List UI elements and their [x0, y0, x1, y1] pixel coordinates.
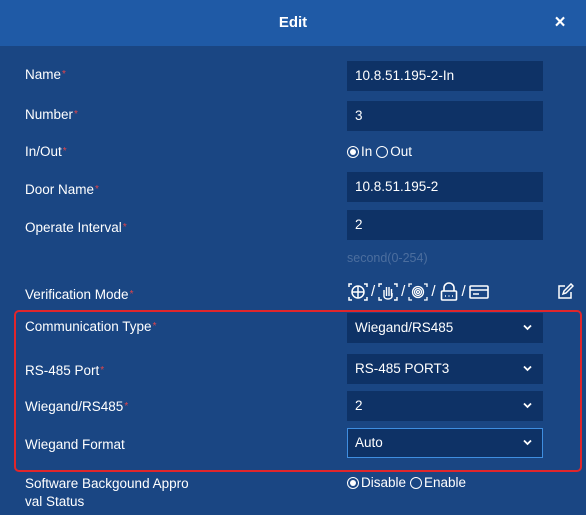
chevron-down-icon [523, 402, 532, 409]
operate-interval-hint: second(0-254) [347, 251, 428, 265]
in-out-label: In/Out* [25, 144, 67, 159]
out-radio[interactable] [376, 146, 389, 158]
face-icon [348, 283, 368, 301]
verification-separator: / [401, 283, 406, 300]
required-mark: * [124, 401, 129, 412]
chevron-down-icon [523, 439, 532, 446]
required-mark: * [62, 146, 67, 157]
required-mark: * [100, 365, 105, 376]
operate-interval-input[interactable]: 2 [347, 210, 543, 240]
rs485-port-value: RS-485 PORT3 [355, 361, 450, 376]
in-out-radio-group: In Out [347, 143, 416, 161]
operate-interval-label: Operate Interval* [25, 220, 127, 235]
wiegand-rs485-value: 2 [355, 398, 363, 413]
required-mark: * [62, 69, 66, 80]
name-label: Name* [25, 67, 66, 82]
required-mark: * [152, 321, 157, 332]
software-approval-label: Software Backgound Appro val Status [25, 476, 189, 509]
disable-radio-label: Disable [361, 475, 407, 490]
verification-separator: / [431, 283, 436, 300]
out-radio-label: Out [390, 144, 413, 159]
required-mark: * [129, 289, 134, 300]
number-label: Number* [25, 107, 78, 122]
communication-type-value: Wiegand/RS485 [355, 320, 454, 335]
wiegand-rs485-label: Wiegand/RS485* [25, 399, 129, 414]
fingerprint-icon [408, 283, 428, 301]
edit-icon[interactable] [556, 283, 574, 301]
rs485-port-label: RS-485 Port* [25, 363, 105, 378]
name-input[interactable]: 10.8.51.195-2-In [347, 61, 543, 91]
software-approval-radio-group: Disable Enable [347, 474, 470, 492]
chevron-down-icon [523, 324, 532, 331]
close-icon[interactable]: × [552, 13, 568, 33]
card-icon [468, 285, 489, 299]
password-icon [440, 282, 457, 301]
disable-radio[interactable] [347, 477, 359, 489]
required-mark: * [74, 109, 78, 120]
wiegand-rs485-select[interactable]: 2 [347, 391, 543, 421]
rs485-port-select[interactable]: RS-485 PORT3 [347, 354, 543, 384]
palm-icon [378, 283, 398, 301]
verification-separator: / [461, 283, 466, 300]
wiegand-format-select[interactable]: Auto [347, 428, 543, 458]
communication-type-select[interactable]: Wiegand/RS485 [347, 313, 543, 343]
enable-radio[interactable] [410, 477, 423, 489]
wiegand-format-value: Auto [355, 435, 383, 450]
enable-radio-label: Enable [424, 475, 467, 490]
in-radio[interactable] [347, 146, 359, 158]
chevron-down-icon [523, 365, 532, 372]
verification-mode-label: Verification Mode* [25, 287, 134, 302]
door-name-label: Door Name* [25, 182, 99, 197]
door-name-input[interactable]: 10.8.51.195-2 [347, 172, 543, 202]
dialog-title: Edit [278, 14, 308, 31]
verification-separator: / [371, 283, 376, 300]
verification-mode-icons: / / / / [347, 281, 490, 303]
required-mark: * [95, 184, 99, 195]
in-radio-label: In [361, 144, 373, 159]
number-input[interactable]: 3 [347, 101, 543, 131]
communication-type-label: Communication Type* [25, 319, 157, 334]
wiegand-format-label: Wiegand Format [25, 437, 125, 452]
required-mark: * [122, 222, 127, 233]
